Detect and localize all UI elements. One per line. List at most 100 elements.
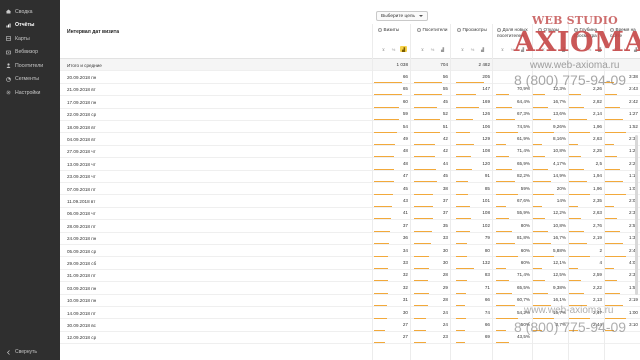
table-row[interactable]: 12.09.2018 ср 27 23 69 43,5% [60,332,640,345]
row-date: 27.09.2018 чт [67,149,96,155]
table-row[interactable]: 14.09.2018 пт 30 24 74 54,2% 16,7% 2,47 1:00 [60,307,640,320]
table-row[interactable]: 06.09.2018 чт 41 37 108 55,9% 12,2% 2,63 2:32 [60,208,640,221]
row-v5: 3,7% [555,321,566,327]
vertical-scrollbar[interactable] [635,135,638,295]
value-bar [496,94,509,96]
sidebar-item-0[interactable]: Сводка [0,5,60,19]
table-row[interactable]: 29.09.2018 сб 33 30 132 60% 12,1% 4 4:07 [60,257,640,270]
value-bar [532,329,542,331]
table-row[interactable]: 10.09.2018 пн 31 28 66 60,7% 16,1% 2,13 2:19 [60,295,640,307]
row-visitors: 30 [442,259,448,265]
percent-toggle[interactable]: % [550,46,557,52]
row-views: 80 [484,247,490,253]
column-radio[interactable] [538,27,542,32]
filter-icon[interactable]: ⊻ [576,46,583,52]
bars-toggle[interactable]: ▟ [632,46,639,52]
goal-select[interactable]: Выберите цель [376,11,428,21]
column-radio[interactable] [574,27,578,32]
bars-toggle[interactable]: ▟ [479,46,486,52]
column-radio[interactable] [610,27,614,32]
table-row[interactable]: 13.09.2018 чт 48 44 120 65,9% 4,17% 2,5 2:27 [60,158,640,171]
column-header-label: Просмотры [462,27,487,32]
sidebar-item-5[interactable]: Сегменты [0,73,60,87]
bars-toggle[interactable]: ▟ [560,46,567,52]
value-bar [496,305,515,307]
totals-row[interactable]: Итого и средние 1 038 704 2 482 [60,59,640,72]
row-v4: 50% [520,321,530,327]
column-divider [568,24,569,360]
bars-toggle[interactable]: ▟ [519,46,526,52]
table-row[interactable]: 18.09.2018 вт 54 51 106 74,5% 9,26% 1,96 1:52 [60,121,640,134]
column-radio[interactable] [417,27,421,32]
value-bar [374,292,388,294]
value-bar [568,243,587,245]
percent-toggle[interactable]: % [509,46,516,52]
column-radio[interactable] [497,27,501,32]
table-row[interactable]: 24.09.2018 пн 36 33 79 81,8% 16,7% 2,19 1:34 [60,233,640,245]
table-row[interactable]: 21.09.2018 вт 65 55 147 70,9% 12,3% 2,26 2:43 [60,84,640,97]
table-row[interactable]: 31.09.2018 пт 32 28 83 71,4% 12,5% 2,59 2:37 [60,270,640,283]
filter-icon[interactable]: ⊻ [419,46,426,52]
filter-icon[interactable]: ⊻ [459,46,466,52]
value-bar [414,218,433,220]
filter-icon[interactable]: ⊻ [380,46,387,52]
column-header-0[interactable]: Визиты [378,27,412,33]
column-header-6[interactable]: Время на сайте [610,27,640,38]
value-bar [414,292,429,294]
row-visitors: 24 [442,321,448,327]
table-row[interactable]: 28.09.2018 пт 37 35 102 80% 10,8% 2,76 2:54 [60,220,640,233]
value-bar [568,218,581,220]
bars-toggle[interactable]: ▟ [400,46,407,52]
row-visitors: 33 [442,235,448,241]
table-row[interactable]: 04.09.2018 вт 49 42 129 61,9% 8,16% 2,63 2:33 [60,133,640,146]
table-row[interactable]: 22.09.2018 ср 59 52 126 67,3% 13,6% 2,14 1:27 [60,109,640,121]
value-bar [496,156,509,158]
table-row[interactable]: 27.09.2018 чт 48 42 108 71,4% 10,8% 2,25 1:20 [60,146,640,159]
value-bar [496,119,515,121]
chevron-down-icon [419,15,423,17]
table-row[interactable]: 23.09.2018 чт 47 45 91 82,2% 14,9% 1,94 1:13 [60,171,640,183]
table-row[interactable]: 07.09.2018 пт 45 38 85 59% 20% 1,96 1:06 [60,183,640,196]
column-header-3[interactable]: Доля новых посетителей [497,27,531,38]
column-header-1[interactable]: Посетители [417,27,451,33]
table-row[interactable]: 05.09.2018 ср 34 30 80 60% 5,88% 2 2:46 [60,245,640,258]
table-row[interactable]: 03.09.2018 пн 32 29 71 65,5% 9,38% 2,22 1:57 [60,282,640,295]
collapse-button[interactable]: Свернуть [6,349,37,355]
value-bar [532,168,548,170]
row-v7: 2:19 [629,297,638,303]
totals-views: 2 482 [478,61,491,67]
row-v4: 67,6% [516,197,530,203]
row-date: 04.09.2018 вт [67,136,96,142]
table-row[interactable]: 20.09.2018 пн 66 56 205 3:38 [60,71,640,84]
filter-icon[interactable]: ⊻ [612,46,619,52]
bars-toggle[interactable]: ▟ [439,46,446,52]
value-bar [568,267,578,269]
dimension-header[interactable]: Интервал дат визита [67,29,119,35]
column-header-2[interactable]: Просмотры [457,27,491,33]
sidebar-item-4[interactable]: Посетители [0,59,60,73]
percent-toggle[interactable]: % [586,46,593,52]
bars-toggle[interactable]: ▟ [596,46,603,52]
column-header-5[interactable]: Глубина просмотра [574,27,608,38]
table-row[interactable]: 17.09.2018 пн 60 45 169 64,4% 16,7% 2,82 2:42 [60,96,640,109]
column-header-4[interactable]: Отказы [538,27,572,33]
column-radio[interactable] [378,27,382,32]
webvisor-icon [6,50,11,55]
sidebar-item-3[interactable]: Вебвизор [0,46,60,60]
row-views: 147 [482,86,490,92]
percent-toggle[interactable]: % [469,46,476,52]
percent-toggle[interactable]: % [622,46,629,52]
filter-icon[interactable]: ⊻ [499,46,506,52]
sidebar-item-6[interactable]: Настройки [0,86,60,100]
table-row[interactable]: 11.09.2018 вт 43 37 101 67,6% 14% 2,35 2:00 [60,195,640,208]
column-radio[interactable] [457,27,461,32]
percent-toggle[interactable]: % [390,46,397,52]
row-v5: 8,16% [552,135,566,141]
value-bar [456,230,470,232]
filter-icon[interactable]: ⊻ [540,46,547,52]
table-row[interactable]: 30.09.2018 вс 27 24 66 50% 3,7% 2,44 3:10 [60,319,640,332]
percent-toggle[interactable]: % [429,46,436,52]
column-controls: ⊻% ▟ [612,46,639,52]
sidebar-item-1[interactable]: Отчёты [0,19,60,33]
sidebar-item-2[interactable]: Карты [0,32,60,46]
